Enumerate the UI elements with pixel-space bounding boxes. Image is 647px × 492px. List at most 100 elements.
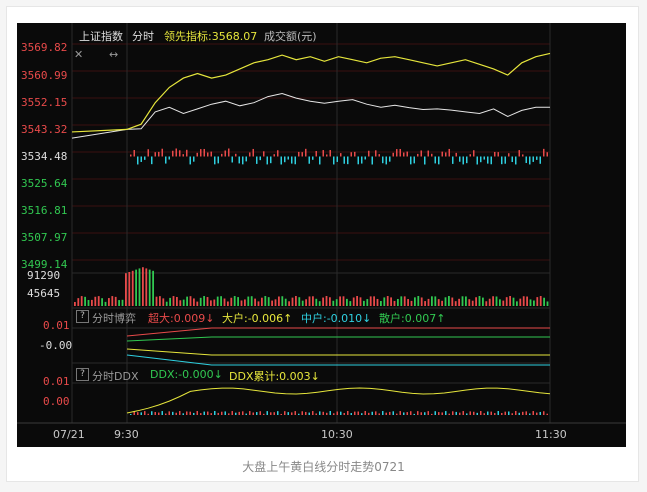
volume-bar [159,296,161,306]
flow-bar [221,153,223,157]
price-tick: 3534.48 [21,150,68,163]
ddx-bar [340,411,342,415]
volume-bar [373,296,375,306]
flow-bar [256,156,258,164]
volume-bar [543,297,545,306]
flow-bar [186,149,188,157]
volume-bar [80,296,83,306]
flow-bar [518,150,520,157]
close-icon[interactable]: ✕ [74,48,83,61]
ddx-bar [378,413,380,415]
flow-bar [431,153,433,157]
game-tick: 0.01 [43,319,70,332]
ddx-bar [235,412,237,415]
flow-bar [389,156,391,162]
time-tick: 9:30 [114,428,139,441]
volume-bar [482,297,484,306]
flow-bar [515,156,517,165]
volume-bar [278,296,280,306]
time-tick: 11:30 [535,428,567,441]
volume-bar [369,296,372,306]
help-icon[interactable]: ? [76,368,89,381]
flow-bar [203,148,205,157]
ddx-bar [165,413,167,415]
flow-bar [245,156,247,162]
ddx-bar [277,411,279,415]
ddx-bar [483,413,485,415]
volume-bar [230,297,233,306]
ddx-bar [511,413,513,415]
flow-bar [231,156,233,163]
volume-bar [308,296,311,306]
ddx-bar [375,411,377,415]
flow-bar [273,154,275,157]
volume-bar [342,296,345,306]
image-caption: 大盘上午黄白线分时走势0721 [242,460,405,474]
ddx-bar [228,413,230,415]
ddx-bar [371,411,373,415]
ddx-bar [193,412,195,415]
flow-bar [263,151,265,157]
ddx-bar [385,412,387,415]
flow-bar [182,154,184,157]
ddx-bar [203,411,205,415]
expand-icon[interactable]: ↔ [109,48,118,61]
volume-bar [165,301,168,306]
ddx-bar [420,412,422,415]
volume-bar [186,296,188,306]
index-name[interactable]: 上证指数 [79,28,123,44]
date-label: 07/21 [53,428,85,441]
volume-bar [271,300,273,306]
ddx-bar [287,412,289,415]
flow-bar [396,149,398,157]
price-tick: 3569.82 [21,41,68,54]
flow-bar [483,156,485,160]
volume-bar [312,296,314,306]
volume-bar [509,296,511,306]
ddx-bar [497,411,499,415]
ddx-bar [389,411,391,415]
volume-bar [533,300,535,306]
flow-bar [525,156,527,164]
ddx-bar [459,412,461,415]
ddx-bar [347,411,349,415]
flow-bar [165,156,167,164]
mode-label[interactable]: 分时 [132,28,154,44]
volume-bar [261,297,263,306]
ddx-bar [238,411,240,415]
ddx-bar [168,411,170,415]
volume-bar [332,300,335,306]
volume-bar [410,300,413,306]
flow-bar [322,150,324,157]
volume-bar [257,301,260,306]
flow-bar [298,151,300,157]
flow-bar [158,151,160,157]
flow-bar [406,151,408,157]
volume-bar [179,300,182,306]
ddx-bar [357,411,359,415]
flow-bar [347,156,349,165]
volume-bar [495,296,498,306]
volume-bar [267,297,270,306]
volume-bar [322,297,324,306]
volume-bar [488,298,491,306]
ddx-bar [189,411,191,415]
ddx-bar [336,411,338,415]
ddx-bar [200,413,202,415]
flow-bar [539,156,541,164]
volume-bar [454,301,457,306]
ddx-bar [417,411,419,415]
volume-bar [250,296,253,306]
flow-bar [480,156,482,163]
volume-bar [176,296,178,306]
ddx-tick: 0.01 [43,375,70,388]
flow-bar [280,156,282,165]
volume-bar [87,299,90,306]
ddx-bar [315,413,317,415]
flow-bar [462,156,464,165]
game-tick: -0.00 [39,339,73,352]
volume-bar [397,298,399,306]
volume-bar [182,299,185,306]
volume-bar [84,296,86,306]
help-icon[interactable]: ? [76,310,89,323]
